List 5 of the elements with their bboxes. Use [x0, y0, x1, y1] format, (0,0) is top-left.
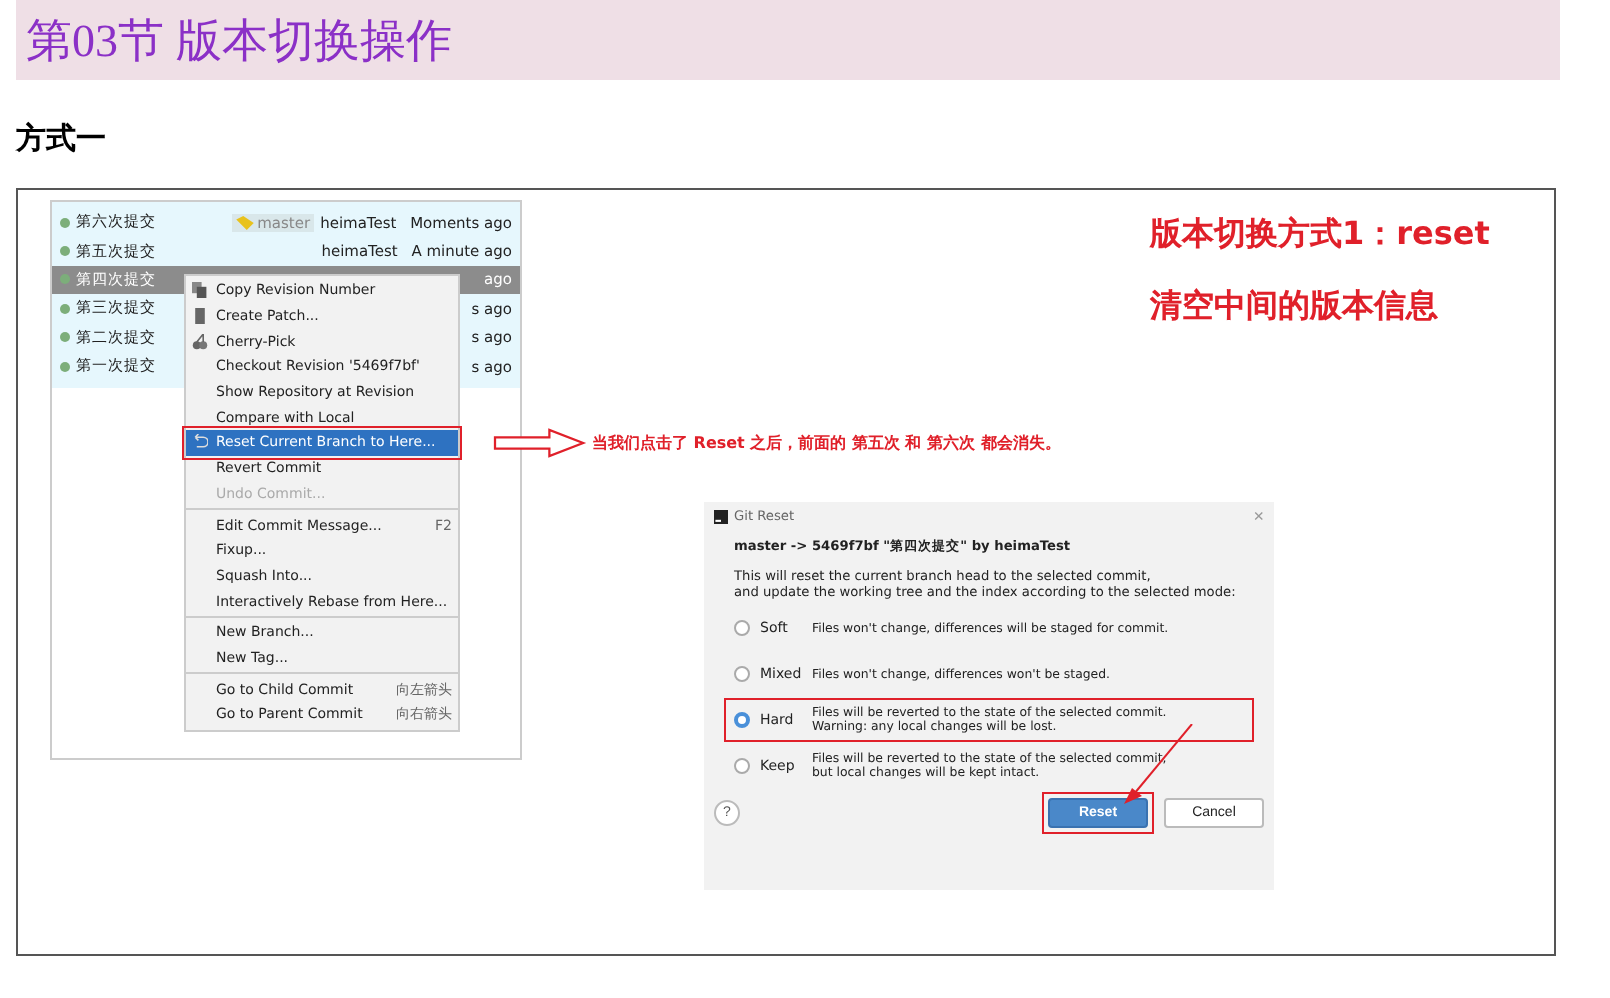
subheading: 方式一 [16, 120, 108, 160]
section-title: 第03节 版本切换操作 [26, 13, 452, 69]
annotation-note: 当我们点击了 Reset 之后，前面的 第五次 和 第六次 都会消失。 [592, 432, 1061, 454]
annotation-text: 版本切换方式1：reset [1150, 214, 1490, 256]
annotation-text: 清空中间的版本信息 [1150, 286, 1440, 328]
